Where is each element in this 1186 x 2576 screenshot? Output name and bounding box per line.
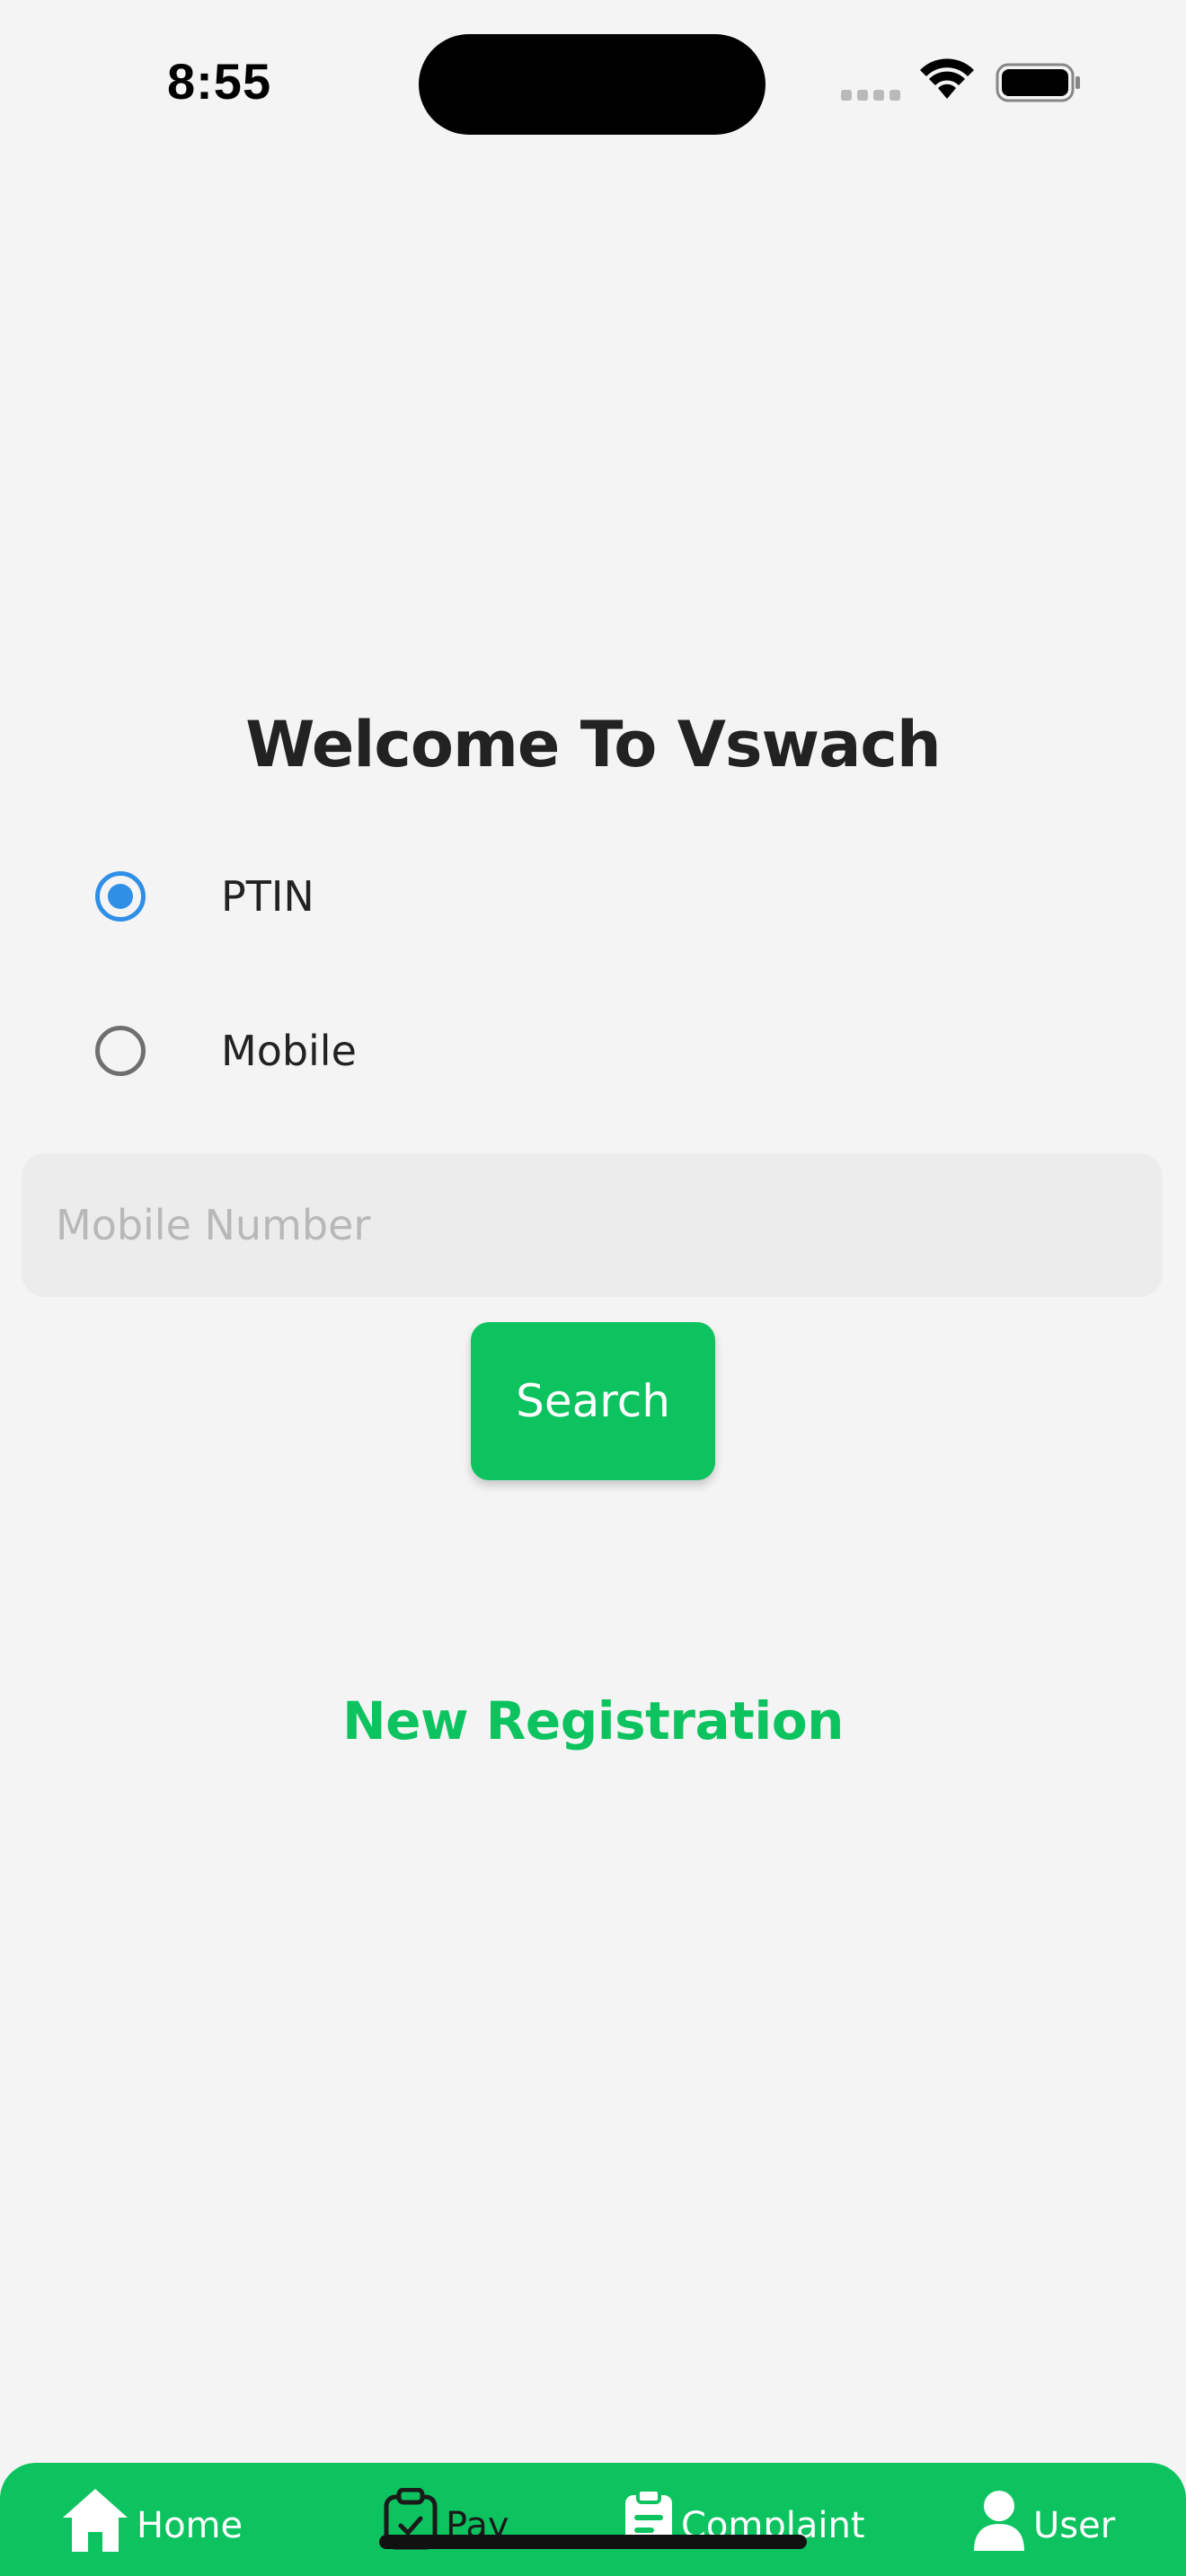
search-button[interactable]: Search	[471, 1322, 715, 1480]
app-screen: 8:55 Welcome To Vswach PTIN Mobile Searc…	[0, 0, 1186, 2576]
dynamic-island	[419, 34, 766, 135]
nav-item-user[interactable]: User	[972, 2463, 1115, 2576]
bottom-nav: Home Pay Complaint User	[0, 2463, 1186, 2576]
status-time: 8:55	[167, 53, 272, 110]
home-indicator[interactable]	[379, 2535, 807, 2549]
nav-item-home[interactable]: Home	[61, 2463, 243, 2576]
nav-label-user: User	[1033, 2505, 1116, 2546]
radio-button-ptin[interactable]	[95, 871, 146, 922]
battery-icon	[996, 63, 1080, 102]
user-icon	[974, 2491, 1024, 2551]
home-icon	[63, 2489, 128, 2552]
radio-label-ptin: PTIN	[221, 872, 314, 921]
nav-item-complaint[interactable]: Complaint	[624, 2463, 865, 2576]
nav-label-home: Home	[137, 2505, 243, 2546]
page-title: Welcome To Vswach	[245, 708, 942, 781]
radio-option-ptin[interactable]: PTIN	[95, 869, 314, 923]
cellular-signal-icon	[841, 90, 900, 101]
radio-button-mobile[interactable]	[95, 1026, 146, 1076]
new-registration-link[interactable]: New Registration	[0, 1690, 1186, 1751]
radio-label-mobile: Mobile	[221, 1027, 357, 1075]
wifi-icon	[920, 58, 974, 99]
radio-option-mobile[interactable]: Mobile	[95, 1024, 357, 1078]
mobile-number-input[interactable]	[22, 1153, 1163, 1297]
nav-item-pay[interactable]: Pay	[383, 2463, 509, 2576]
